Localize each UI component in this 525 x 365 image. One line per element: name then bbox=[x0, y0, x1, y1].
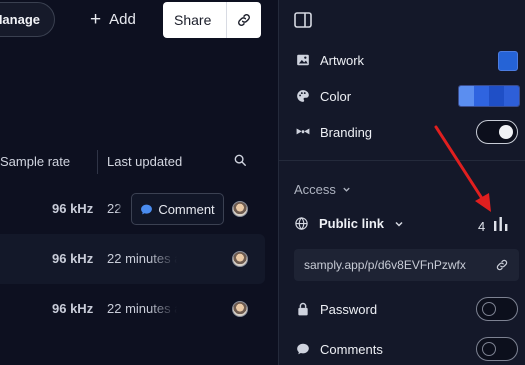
lock-icon bbox=[296, 302, 310, 316]
public-link-label: Public link bbox=[319, 216, 385, 231]
plus-icon: + bbox=[90, 8, 102, 30]
sample-rate-cell: 96 kHz bbox=[52, 201, 94, 216]
table-header: Sample rate Last updated bbox=[0, 150, 265, 174]
last-updated-cell: 22 minutes ago bbox=[107, 251, 177, 266]
public-url-text: samply.app/p/d6v8EVFnPzwfx bbox=[304, 258, 466, 272]
comment-icon bbox=[296, 342, 310, 356]
toggle-knob bbox=[482, 302, 496, 316]
color-setting: Color bbox=[296, 86, 351, 106]
comment-button-label: Comment bbox=[158, 201, 215, 217]
public-url-field[interactable]: samply.app/p/d6v8EVFnPzwfx bbox=[294, 249, 519, 281]
column-header-last-updated[interactable]: Last updated bbox=[107, 154, 182, 169]
chevron-down-icon bbox=[395, 221, 403, 227]
password-setting: Password bbox=[296, 299, 377, 319]
access-label: Access bbox=[294, 182, 336, 197]
color-swatch-segment bbox=[504, 86, 519, 106]
table-row[interactable]: 96 kHz 22 minutes ago bbox=[0, 284, 265, 334]
color-swatch-segment bbox=[459, 86, 474, 106]
table-row[interactable]: 96 kHz 22 minutes ago bbox=[0, 234, 265, 284]
password-toggle[interactable] bbox=[476, 297, 518, 321]
column-divider bbox=[97, 150, 98, 174]
link-icon bbox=[238, 14, 250, 26]
globe-icon bbox=[295, 217, 308, 230]
main-content: Manage + Add Share Sample rate Last upda… bbox=[0, 0, 278, 365]
branding-setting: Branding bbox=[296, 122, 372, 142]
view-count: 4 bbox=[478, 219, 486, 234]
image-icon bbox=[296, 53, 310, 67]
share-button-group: Share bbox=[163, 2, 261, 38]
add-button-label: Add bbox=[109, 10, 136, 28]
section-divider bbox=[279, 160, 525, 161]
table-row[interactable]: 96 kHz 22 minutes ago Comment bbox=[0, 184, 265, 234]
copy-link-icon[interactable] bbox=[495, 258, 509, 275]
password-label: Password bbox=[320, 301, 378, 317]
toggle-knob bbox=[499, 125, 513, 139]
color-swatch-segment bbox=[474, 86, 489, 106]
chevron-down-icon bbox=[343, 187, 350, 192]
branding-label: Branding bbox=[320, 124, 373, 140]
public-link-dropdown[interactable]: Public link bbox=[294, 216, 404, 231]
comments-setting: Comments bbox=[296, 339, 383, 359]
artwork-setting: Artwork bbox=[296, 50, 364, 70]
last-updated-cell: 22 minutes ago bbox=[107, 301, 177, 316]
sidebar-toggle-icon[interactable] bbox=[294, 12, 312, 33]
last-updated-cell: 22 minutes ago bbox=[107, 201, 123, 216]
color-swatch-segment bbox=[489, 86, 504, 106]
manage-button[interactable]: Manage bbox=[0, 2, 55, 37]
comments-label: Comments bbox=[320, 341, 383, 357]
artwork-swatch[interactable] bbox=[498, 51, 518, 71]
artwork-label: Artwork bbox=[320, 52, 365, 68]
analytics-icon[interactable] bbox=[492, 215, 510, 238]
sample-rate-cell: 96 kHz bbox=[52, 251, 94, 266]
toggle-knob bbox=[482, 342, 496, 356]
comments-toggle[interactable] bbox=[476, 337, 518, 361]
palette-icon bbox=[296, 89, 310, 103]
share-button[interactable]: Share bbox=[163, 12, 226, 28]
column-header-sample-rate[interactable]: Sample rate bbox=[0, 154, 70, 169]
search-icon[interactable] bbox=[233, 153, 247, 170]
sample-rate-cell: 96 kHz bbox=[52, 301, 94, 316]
avatar[interactable] bbox=[232, 201, 248, 217]
branding-toggle[interactable] bbox=[476, 120, 518, 144]
access-dropdown[interactable]: Access bbox=[294, 182, 351, 197]
copy-link-button[interactable] bbox=[227, 12, 261, 28]
comment-button[interactable]: Comment bbox=[131, 193, 224, 225]
comment-icon bbox=[141, 204, 153, 214]
share-settings-panel: Artwork Color Branding Access Public lin… bbox=[278, 0, 525, 365]
color-swatch[interactable] bbox=[458, 85, 520, 107]
color-label: Color bbox=[320, 88, 352, 104]
avatar[interactable] bbox=[232, 251, 248, 267]
add-button[interactable]: + Add bbox=[90, 8, 136, 30]
bowtie-icon bbox=[296, 125, 310, 139]
avatar[interactable] bbox=[232, 301, 248, 317]
